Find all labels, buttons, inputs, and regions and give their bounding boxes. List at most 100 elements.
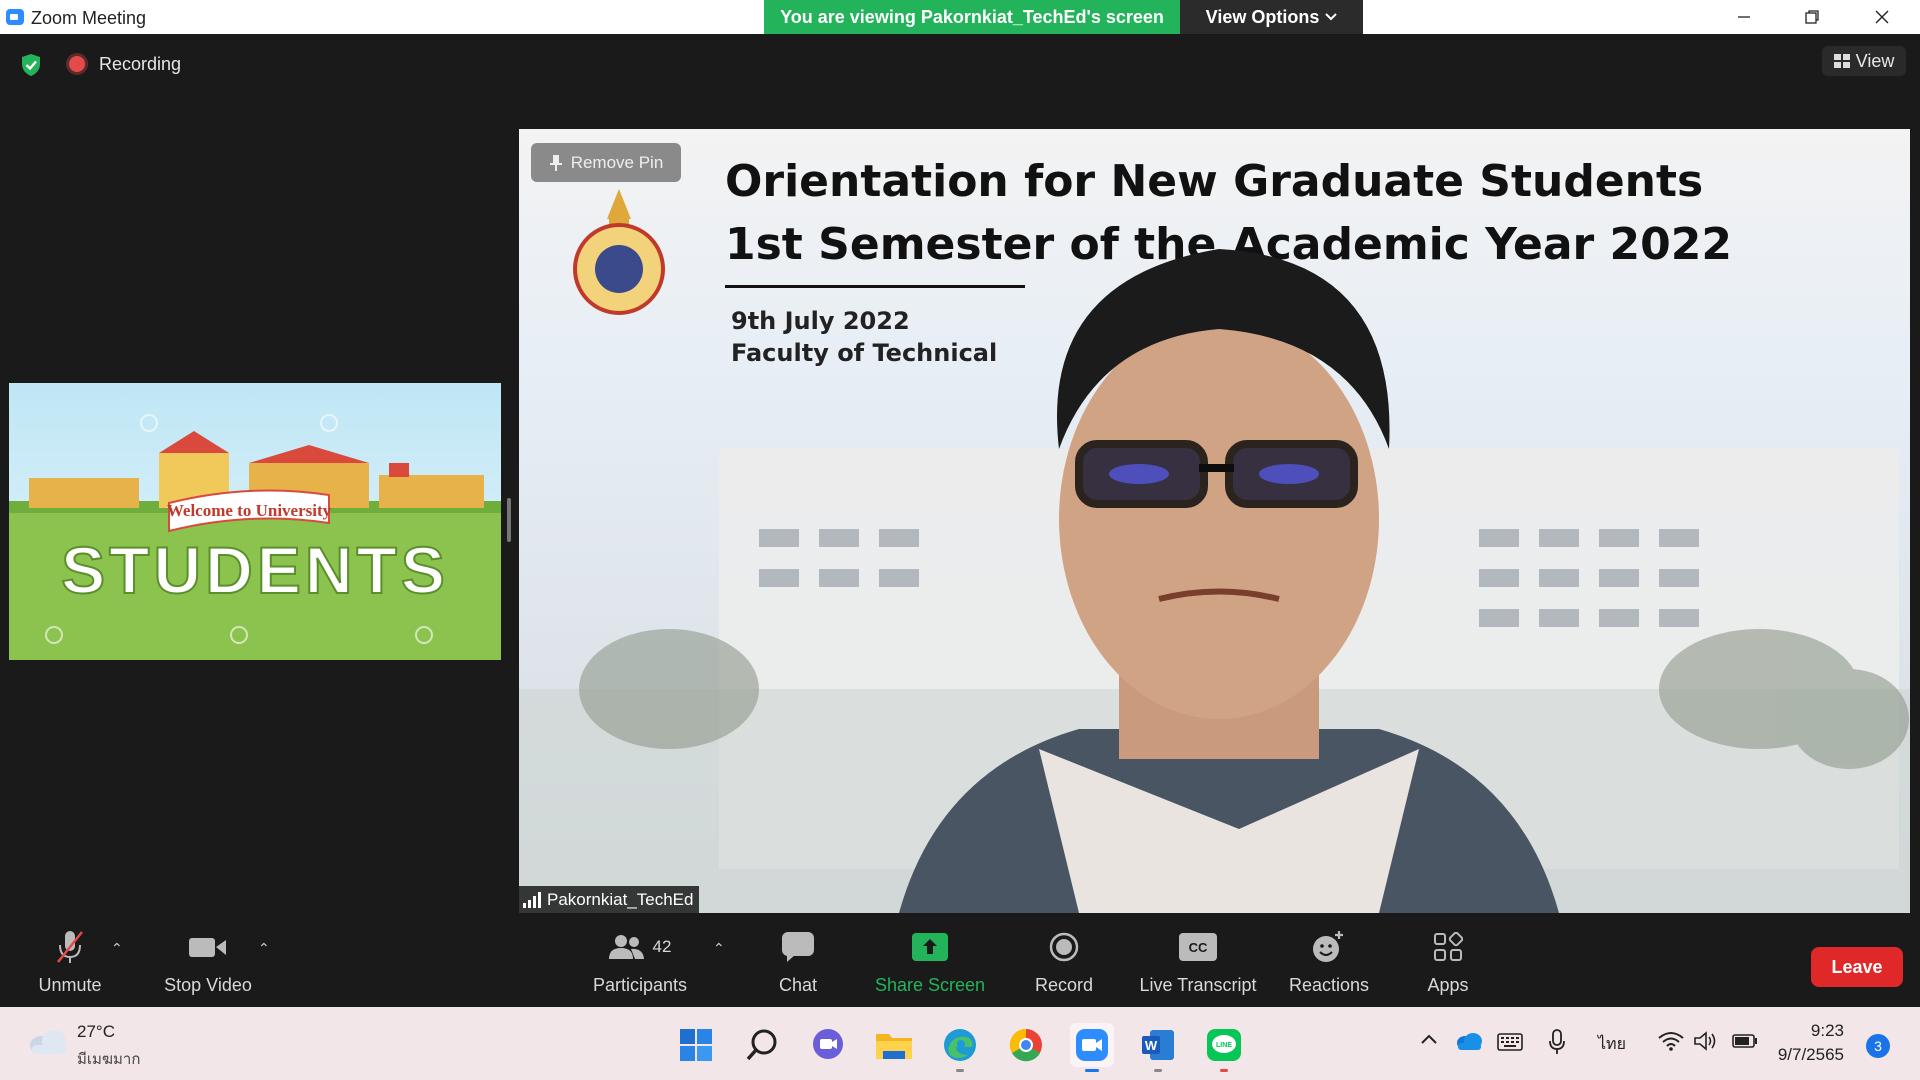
record-label: Record: [1034, 975, 1094, 995]
apps-label: Apps: [1427, 975, 1469, 995]
restore-icon: [1805, 10, 1819, 24]
participants-button[interactable]: 42 Participants: [585, 927, 695, 996]
panel-resize-handle[interactable]: [507, 498, 511, 542]
participants-icon: [608, 935, 644, 959]
unmute-button[interactable]: Unmute: [30, 927, 110, 996]
chat-button[interactable]: Chat: [760, 927, 836, 996]
encryption-shield-icon[interactable]: [20, 53, 42, 77]
smiley-reaction-icon: [1313, 931, 1343, 962]
language-indicator[interactable]: ไทย: [1598, 1032, 1626, 1057]
speaker-name: Pakornkiat_TechEd: [547, 889, 694, 909]
viewing-screen-banner: You are viewing Pakornkiat_TechEd's scre…: [764, 0, 1180, 34]
speaker-name-tag: Pakornkiat_TechEd: [519, 886, 700, 913]
minimize-button[interactable]: [1714, 0, 1774, 34]
volume-tray-button[interactable]: [1694, 1031, 1720, 1056]
record-button[interactable]: Record: [1024, 927, 1104, 996]
battery-tray-button[interactable]: [1732, 1034, 1758, 1053]
taskbar-search-button[interactable]: [740, 1023, 784, 1067]
notification-count-badge[interactable]: 3: [1866, 1034, 1890, 1058]
close-button[interactable]: [1852, 0, 1912, 34]
running-indicator: [956, 1069, 964, 1072]
stop-video-button[interactable]: Stop Video: [156, 927, 260, 996]
slide-title-line1: Orientation for New Graduate Students: [725, 156, 1703, 207]
battery-icon: [1732, 1034, 1757, 1048]
taskbar-clock-date[interactable]: 9/7/2565: [1772, 1045, 1844, 1065]
closed-captions-icon: CC: [1179, 933, 1217, 961]
running-indicator: [1220, 1069, 1228, 1072]
restore-button[interactable]: [1782, 0, 1842, 34]
teams-chat-icon: [813, 1029, 843, 1059]
slide-date: 9th July 2022: [731, 307, 910, 335]
reactions-button[interactable]: Reactions: [1284, 927, 1374, 996]
svg-text:W: W: [1145, 1038, 1158, 1053]
taskbar-chrome-button[interactable]: [1004, 1023, 1048, 1067]
students-text: STUDENTS: [61, 533, 449, 607]
slide-faculty: Faculty of Technical: [731, 339, 997, 367]
zoom-app-taskbar-icon: [1076, 1029, 1108, 1061]
title-bar: Zoom Meeting You are viewing Pakornkiat_…: [0, 0, 1920, 34]
taskbar-zoom-button[interactable]: [1070, 1023, 1114, 1072]
show-hidden-icons-button[interactable]: [1420, 1032, 1438, 1050]
apps-grid-icon: [1434, 932, 1463, 961]
taskbar-line-button[interactable]: LINE: [1202, 1023, 1246, 1072]
remove-pin-button[interactable]: Remove Pin: [531, 143, 681, 182]
participants-count: 42: [652, 937, 672, 956]
wifi-tray-button[interactable]: [1658, 1031, 1684, 1056]
edge-browser-icon: [944, 1029, 976, 1061]
taskbar-file-explorer-button[interactable]: [872, 1023, 916, 1067]
participants-options-caret-icon[interactable]: ⌃: [713, 940, 725, 957]
share-screen-button[interactable]: Share Screen: [872, 927, 988, 996]
view-options-label: View Options: [1205, 6, 1320, 27]
window-title: Zoom Meeting: [31, 8, 147, 28]
wifi-icon: [1658, 1032, 1684, 1051]
signal-strength-icon: [523, 891, 541, 908]
close-icon: [1875, 10, 1889, 24]
chat-label: Chat: [778, 975, 818, 995]
taskbar-start-button[interactable]: [674, 1023, 718, 1067]
weather-temperature[interactable]: 27°C: [77, 1022, 115, 1042]
taskbar-edge-button[interactable]: [938, 1023, 982, 1072]
speaker-video-frame: Orientation for New Graduate Students 1s…: [519, 129, 1910, 913]
chevron-down-icon: [1325, 13, 1338, 21]
chrome-browser-icon: [1009, 1028, 1042, 1062]
chevron-up-icon: [1421, 1034, 1437, 1044]
view-options-button[interactable]: View Options: [1180, 0, 1363, 34]
video-options-caret-icon[interactable]: ⌃: [258, 940, 270, 957]
word-app-icon: W: [1142, 1030, 1174, 1060]
taskbar-teams-chat-button[interactable]: [806, 1023, 850, 1067]
leave-button[interactable]: Leave: [1811, 947, 1903, 987]
welcome-banner-text: Welcome to University: [167, 501, 332, 520]
svg-text:LINE: LINE: [1216, 1042, 1232, 1049]
audio-options-caret-icon[interactable]: ⌃: [111, 940, 123, 957]
taskbar-clock-time[interactable]: 9:23: [1784, 1021, 1844, 1041]
pin-icon: [549, 154, 562, 171]
apps-button[interactable]: Apps: [1420, 927, 1476, 996]
participants-label: Participants: [592, 975, 688, 995]
view-label: View: [1855, 50, 1895, 71]
record-icon: [1049, 932, 1079, 962]
chat-bubble-icon: [782, 932, 814, 962]
onedrive-tray-button[interactable]: [1455, 1030, 1483, 1057]
folder-icon: [876, 1034, 912, 1059]
search-icon: [746, 1029, 777, 1061]
touch-keyboard-button[interactable]: [1497, 1033, 1523, 1056]
view-button[interactable]: View: [1822, 46, 1906, 76]
onedrive-cloud-icon: [1457, 1033, 1482, 1050]
share-screen-icon: [912, 933, 948, 961]
live-transcript-button[interactable]: CC Live Transcript: [1134, 927, 1262, 996]
remove-pin-label: Remove Pin: [570, 152, 664, 172]
live-transcript-label: Live Transcript: [1139, 975, 1257, 995]
cloud-weather-icon[interactable]: [28, 1027, 68, 1055]
keyboard-icon: [1497, 1033, 1523, 1051]
microphone-tray-button[interactable]: [1548, 1029, 1566, 1060]
windows-start-icon: [680, 1029, 712, 1061]
participant-thumbnail[interactable]: Welcome to University STUDENTS: [9, 383, 501, 660]
recording-label[interactable]: Recording: [99, 54, 181, 75]
taskbar-word-button[interactable]: W: [1136, 1023, 1180, 1072]
active-speaker-video[interactable]: Orientation for New Graduate Students 1s…: [519, 129, 1910, 913]
meeting-top-strip: [0, 34, 1920, 94]
line-messenger-icon: LINE: [1207, 1029, 1241, 1061]
muted-mic-icon: [57, 931, 83, 963]
weather-description[interactable]: มีเมฆมาก: [77, 1047, 140, 1071]
active-indicator: [1085, 1069, 1099, 1072]
